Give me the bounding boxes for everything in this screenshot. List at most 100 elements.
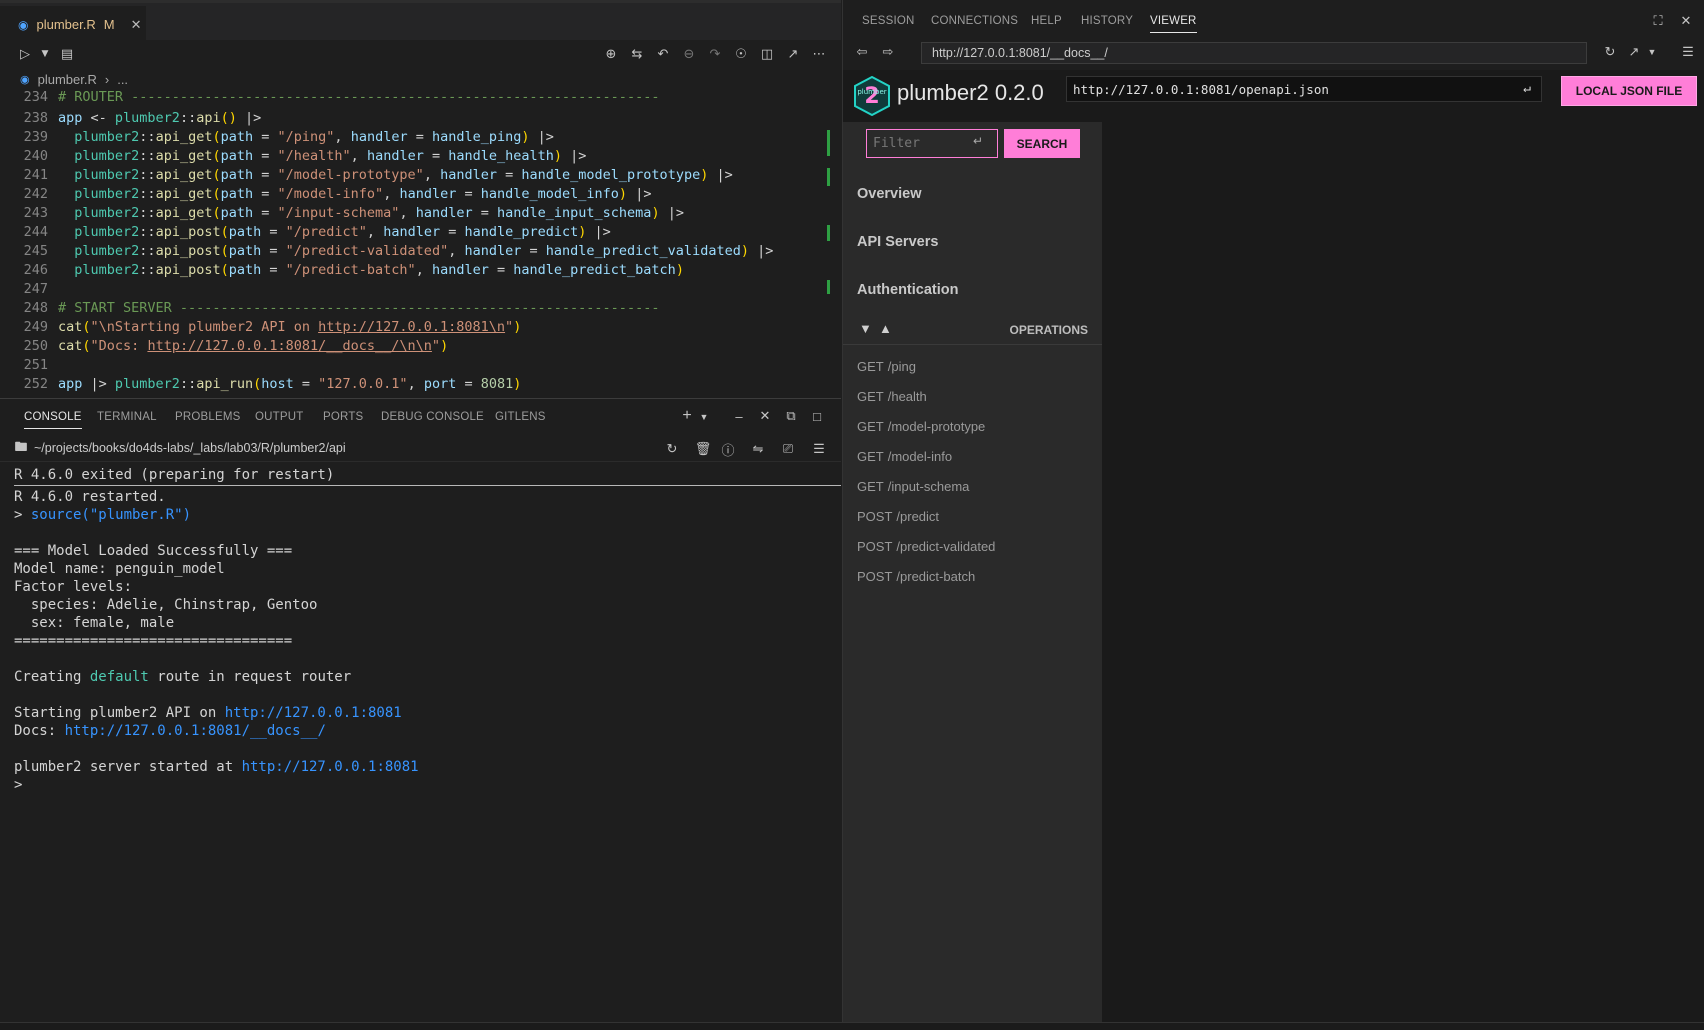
editor-tab-plumber-r[interactable]: ◉ plumber.R M ✕ (0, 6, 146, 43)
forward-icon[interactable]: ⇨ (879, 43, 897, 61)
code-token: plumber2 (74, 148, 140, 164)
operation-item[interactable]: POST/predict-batch (857, 569, 975, 584)
console-link[interactable]: http://127.0.0.1:8081 (242, 759, 419, 775)
code-token: ) (513, 319, 522, 335)
code-token: plumber2 (74, 186, 140, 202)
list-icon[interactable]: ☰ (810, 440, 828, 458)
info-icon[interactable]: ⓘ (719, 440, 737, 458)
tab-debug-console[interactable]: DEBUG CONSOLE (381, 411, 484, 423)
nav-api-servers[interactable]: API Servers (857, 234, 938, 250)
commit-icon[interactable]: ⊖ (680, 45, 698, 63)
close-icon[interactable]: ✕ (756, 407, 774, 425)
restart-icon[interactable]: ↻ (663, 440, 681, 458)
variables-icon[interactable]: ⇋ (749, 440, 767, 458)
console-output[interactable]: R 4.6.0 exited (preparing for restart) R … (0, 466, 841, 826)
code-token: http://127.0.0.1:8081\n (318, 319, 506, 335)
operation-item[interactable]: GET/model-info (857, 449, 952, 464)
tab-terminal[interactable]: TERMINAL (97, 411, 157, 423)
tab-session[interactable]: SESSION (862, 15, 915, 27)
trash-icon[interactable]: 🗑 (694, 440, 712, 458)
run-icon[interactable]: ▷ (16, 45, 34, 63)
console-text: Docs: (14, 723, 65, 739)
panel-divider[interactable] (0, 398, 841, 399)
more-actions-icon[interactable]: ⋯ (810, 45, 828, 63)
code-editor[interactable]: 234 # ROUTER ----------------------------… (0, 88, 841, 393)
docs-header: 2 plumber plumber2 0.2.0 http://127.0.0.… (843, 70, 1704, 122)
split-editor-icon[interactable]: ◫ (758, 45, 776, 63)
operation-item[interactable]: GET/input-schema (857, 479, 969, 494)
code-token: api_get (155, 186, 213, 202)
operation-item[interactable]: POST/predict-validated (857, 539, 995, 554)
tab-console[interactable]: CONSOLE (24, 411, 82, 429)
reload-icon[interactable]: ↻ (1601, 43, 1619, 61)
collapse-all-icon[interactable]: ▼ (859, 321, 872, 336)
code-token: path (228, 243, 262, 259)
fullscreen-icon[interactable]: ⛶ (1649, 12, 1667, 30)
source-control-icon[interactable]: ⊕ (602, 45, 620, 63)
new-console-plus-icon[interactable]: + (678, 407, 696, 425)
tab-ports[interactable]: PORTS (323, 411, 363, 423)
api-docs-page: 2 plumber plumber2 0.2.0 http://127.0.0.… (843, 70, 1704, 1022)
chevron-down-icon[interactable]: ▼ (695, 408, 713, 426)
maximize-icon[interactable]: □ (808, 407, 826, 425)
line-number: 244 (23, 224, 48, 240)
close-icon[interactable]: ✕ (1677, 12, 1695, 30)
run-options-chevron-icon[interactable]: ▼ (36, 45, 54, 63)
tab-output[interactable]: OUTPUT (255, 411, 303, 423)
breadcrumb-file[interactable]: plumber.R (38, 72, 97, 87)
code-token: "\nStarting plumber2 API on (90, 319, 319, 335)
expand-all-icon[interactable]: ▲ (879, 321, 892, 336)
code-token: ( (220, 243, 229, 259)
previous-change-icon[interactable]: ↶ (654, 45, 672, 63)
code-token: path (220, 205, 254, 221)
chevron-down-icon[interactable]: ▼ (1643, 43, 1661, 61)
clear-console-icon[interactable]: ⎚ (779, 440, 797, 458)
enter-icon[interactable]: ↵ (973, 134, 983, 148)
operation-item[interactable]: GET/ping (857, 359, 916, 374)
nav-overview[interactable]: Overview (857, 186, 922, 202)
operation-item[interactable]: GET/model-prototype (857, 419, 985, 434)
console-link[interactable]: http://127.0.0.1:8081 (225, 705, 402, 721)
operation-item[interactable]: POST/predict (857, 509, 939, 524)
code-token: ) (618, 186, 628, 202)
clear-viewer-icon[interactable]: ☰ (1679, 43, 1697, 61)
breadcrumb-separator-icon: › (104, 71, 110, 87)
local-json-file-button[interactable]: LOCAL JSON FILE (1561, 76, 1697, 106)
code-token: |> (562, 148, 587, 164)
tab-problems[interactable]: PROBLEMS (175, 411, 241, 423)
viewer-url-field[interactable]: http://127.0.0.1:8081/__docs__/ (921, 42, 1587, 64)
code-token: path (220, 129, 254, 145)
save-icon[interactable]: ▤ (58, 45, 76, 63)
open-external-icon[interactable]: ↗ (784, 45, 802, 63)
minimize-icon[interactable]: – (730, 407, 748, 425)
open-in-browser-icon[interactable]: ↗ (1625, 43, 1643, 61)
nav-authentication[interactable]: Authentication (857, 282, 959, 298)
close-icon[interactable]: ✕ (131, 17, 142, 33)
code-token: = (253, 167, 278, 183)
next-change-icon[interactable]: ↷ (706, 45, 724, 63)
code-token: handler (464, 243, 522, 259)
tab-history[interactable]: HISTORY (1081, 15, 1133, 27)
enter-icon[interactable]: ↵ (1523, 81, 1531, 96)
search-button[interactable]: SEARCH (1004, 129, 1080, 158)
tab-title: plumber.R (36, 17, 96, 32)
spec-url-input[interactable]: http://127.0.0.1:8081/openapi.json ↵ (1066, 76, 1542, 102)
compare-changes-icon[interactable]: ⇆ (628, 45, 646, 63)
gitlens-icon[interactable]: ☉ (732, 45, 750, 63)
operation-item[interactable]: GET/health (857, 389, 927, 404)
tab-connections[interactable]: CONNECTIONS (931, 15, 1018, 27)
breadcrumb-symbol[interactable]: ... (117, 72, 128, 87)
restore-icon[interactable]: ⧉ (782, 407, 800, 425)
editor-change-markers (827, 130, 830, 370)
change-marker (827, 168, 830, 186)
console-working-directory: ~/projects/books/do4ds-labs/_labs/lab03/… (34, 441, 346, 455)
tab-viewer[interactable]: VIEWER (1150, 15, 1197, 33)
console-link[interactable]: http://127.0.0.1:8081/__docs__/ (65, 723, 326, 739)
tab-help[interactable]: HELP (1031, 15, 1062, 27)
code-token: api_post (155, 262, 221, 278)
code-token: handler (366, 148, 424, 164)
tab-gitlens[interactable]: GITLENS (495, 411, 546, 423)
operation-method: GET (857, 359, 884, 374)
code-token: plumber2 (74, 243, 140, 259)
back-icon[interactable]: ⇦ (853, 43, 871, 61)
